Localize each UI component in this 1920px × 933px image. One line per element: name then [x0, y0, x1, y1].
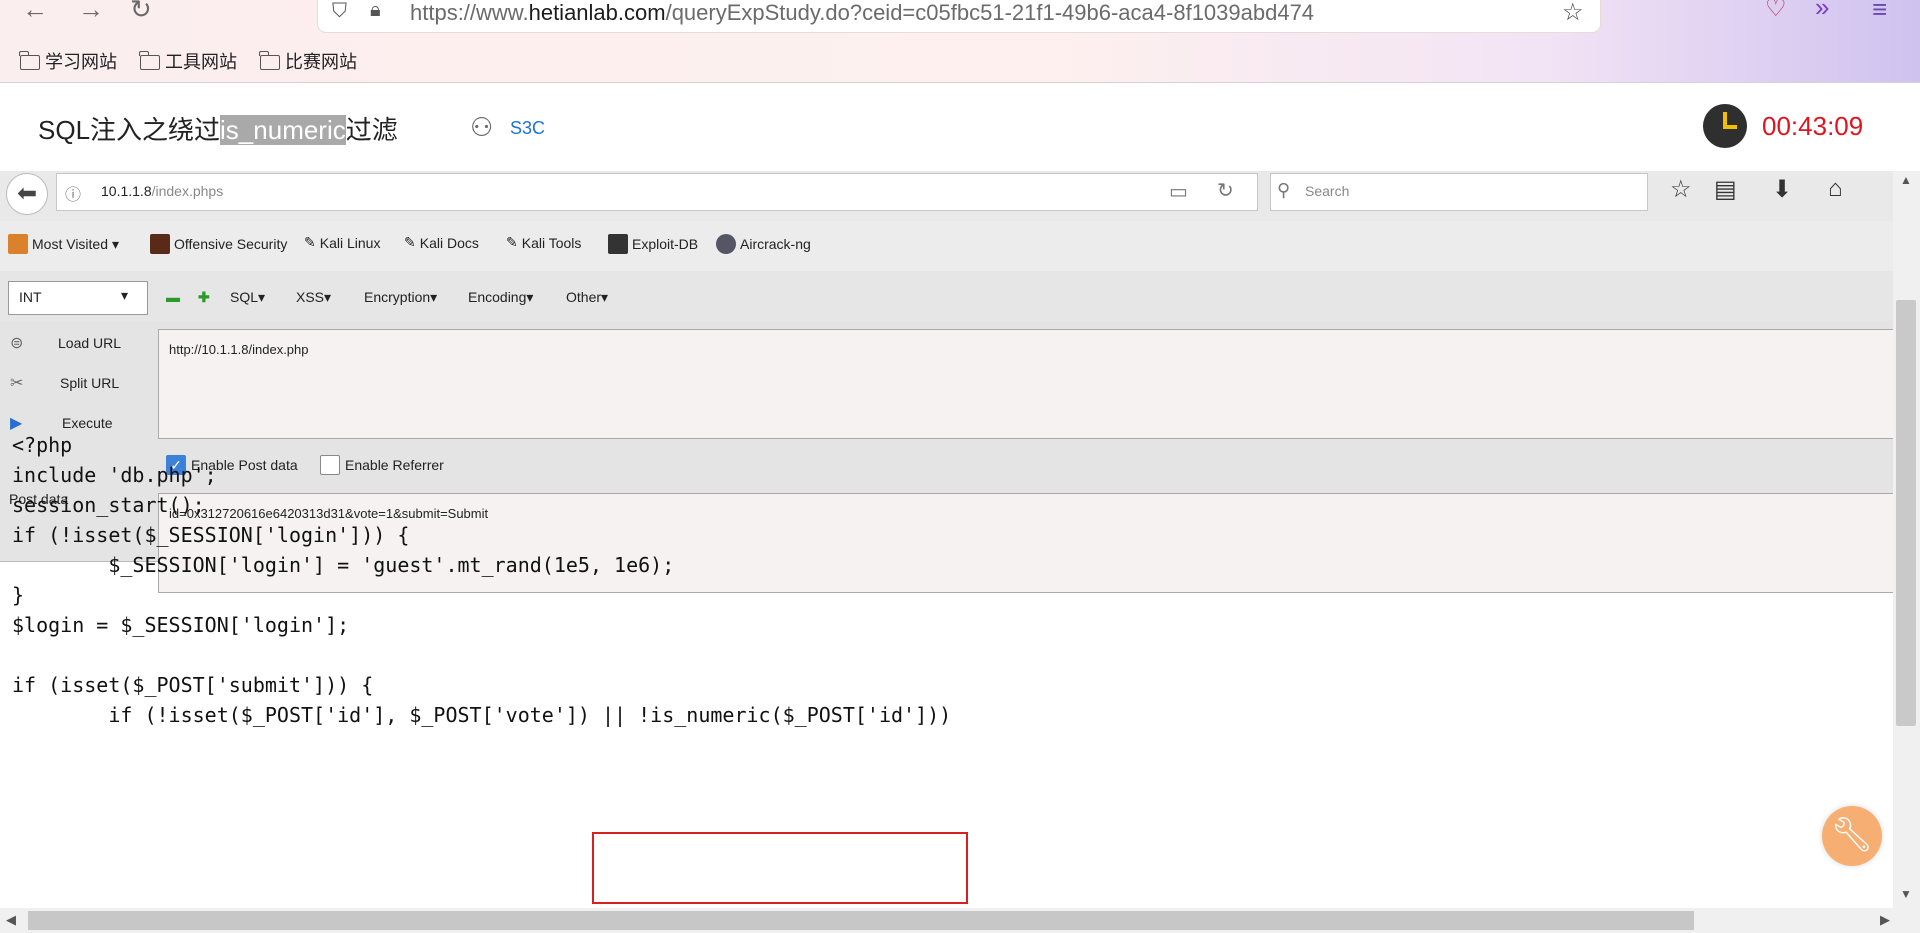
highlight-box: [592, 832, 968, 904]
reader-icon[interactable]: ▭: [1169, 179, 1188, 204]
browser-toolbar: ← → ↻ ⛉ 🔒︎ https://www.hetianlab.com/que…: [0, 0, 1920, 83]
scroll-up-icon[interactable]: ▲: [1900, 173, 1912, 187]
info-icon: ⓘ: [65, 187, 82, 204]
user-icon: ⚇: [470, 112, 494, 142]
clock-icon: [1703, 104, 1747, 148]
folder-icon: [19, 50, 40, 70]
inner-library-icon[interactable]: ▤: [1714, 175, 1737, 204]
execute-button[interactable]: Execute: [62, 415, 113, 431]
lock-icon: 🔒︎: [370, 0, 381, 21]
countdown-timer: 00:43:09: [1762, 111, 1864, 141]
address-bar[interactable]: ⛉ 🔒︎ https://www.hetianlab.com/queryExpS…: [318, 0, 1600, 32]
menu-encryption[interactable]: Encryption▾: [364, 289, 437, 306]
menu-encoding[interactable]: Encoding▾: [468, 289, 533, 306]
aircrack-icon: [716, 234, 736, 254]
menu-xss[interactable]: XSS▾: [296, 289, 331, 306]
horizontal-scroll-thumb[interactable]: [28, 911, 1694, 930]
folder-icon: [259, 50, 280, 70]
split-url-button[interactable]: Split URL: [60, 375, 119, 391]
inner-home-icon[interactable]: ⌂: [1828, 175, 1843, 203]
bm-kali-linux[interactable]: ✎ Kali Linux: [304, 234, 380, 251]
extensions-overflow-icon[interactable]: »: [1815, 0, 1829, 23]
scroll-right-icon[interactable]: ▶: [1880, 912, 1890, 928]
increase-icon[interactable]: ✚: [198, 289, 210, 306]
shield-icon: ⛉: [332, 0, 347, 22]
kali-dragon-icon: ✎: [304, 234, 316, 250]
kali-dragon-icon: ✎: [506, 234, 518, 250]
scroll-down-icon[interactable]: ▼: [1900, 887, 1912, 901]
star-icon[interactable]: ☆: [1562, 0, 1584, 27]
forward-icon[interactable]: →: [78, 0, 104, 25]
inner-url-bar[interactable]: ⓘ 10.1.1.8/index.phps ▭ ↻: [56, 173, 1258, 211]
kali-dragon-icon: ✎: [404, 234, 416, 250]
bm-most-visited[interactable]: Most Visited ▾: [8, 234, 119, 254]
menu-icon[interactable]: ≡: [1872, 0, 1887, 25]
bookmark-contest[interactable]: 比赛网站: [259, 48, 357, 74]
inner-nav-bar: ⬅ ⓘ 10.1.1.8/index.phps ▭ ↻ ⚲ Search ☆ ▤…: [0, 171, 1893, 222]
page-title: SQL注入之绕过is_numeric过滤: [38, 115, 398, 145]
inner-star-icon[interactable]: ☆: [1670, 175, 1692, 204]
folder-icon: [139, 50, 160, 70]
exploit-db-icon: [608, 234, 628, 254]
menu-other[interactable]: Other▾: [566, 289, 608, 306]
most-visited-icon: [8, 234, 28, 254]
back-icon[interactable]: ←: [22, 0, 48, 25]
split-url-icon: ✂: [10, 375, 24, 392]
type-select[interactable]: INT ▾: [8, 281, 148, 315]
bm-kali-docs[interactable]: ✎ Kali Docs: [404, 234, 479, 251]
inner-download-icon[interactable]: ⬇: [1772, 175, 1792, 204]
reload-icon[interactable]: ↻: [130, 0, 152, 25]
inner-back-icon[interactable]: ⬅: [6, 173, 48, 215]
bookmark-tools[interactable]: 工具网站: [139, 48, 237, 74]
load-url-icon: ⊜: [10, 335, 24, 352]
bm-kali-tools[interactable]: ✎ Kali Tools: [506, 234, 581, 251]
inner-search-input[interactable]: ⚲ Search: [1270, 173, 1648, 211]
user-name[interactable]: S3C: [510, 118, 545, 139]
wrench-icon[interactable]: 🔧︎: [1822, 806, 1882, 866]
bm-offensive-security[interactable]: Offensive Security: [150, 234, 287, 254]
inner-bookmarks-bar: Most Visited ▾ Offensive Security ✎ Kali L…: [0, 221, 1893, 271]
load-url-button[interactable]: Load URL: [58, 335, 121, 351]
bookmark-study[interactable]: 学习网站: [19, 48, 117, 74]
pocket-icon[interactable]: ♡: [1765, 0, 1787, 23]
scroll-left-icon[interactable]: ◀: [6, 912, 16, 928]
decrease-icon[interactable]: ▬: [166, 289, 180, 305]
menu-sql[interactable]: SQL▾: [230, 289, 265, 306]
inner-url-text[interactable]: 10.1.1.8/index.phps: [101, 183, 223, 199]
url-text[interactable]: https://www.hetianlab.com/queryExpStudy.…: [410, 0, 1314, 26]
php-source-code: <?php include 'db.php'; session_start();…: [12, 433, 952, 727]
url-textarea[interactable]: http://10.1.1.8/index.php: [158, 329, 1893, 439]
chevron-down-icon: ▾: [121, 287, 129, 303]
search-icon: ⚲: [1277, 180, 1291, 200]
search-placeholder: Search: [1305, 183, 1350, 199]
bm-aircrack-ng[interactable]: Aircrack-ng: [716, 234, 811, 254]
hackbar-toolbar: INT ▾ ▬ ✚ SQL▾ XSS▾ Encryption▾ Encoding…: [0, 271, 1893, 321]
chevron-down-icon: ▾: [112, 235, 120, 252]
offsec-icon: [150, 234, 170, 254]
inner-reload-icon[interactable]: ↻: [1217, 178, 1234, 203]
bm-exploit-db[interactable]: Exploit-DB: [608, 234, 698, 254]
vertical-scroll-thumb[interactable]: [1896, 300, 1916, 726]
